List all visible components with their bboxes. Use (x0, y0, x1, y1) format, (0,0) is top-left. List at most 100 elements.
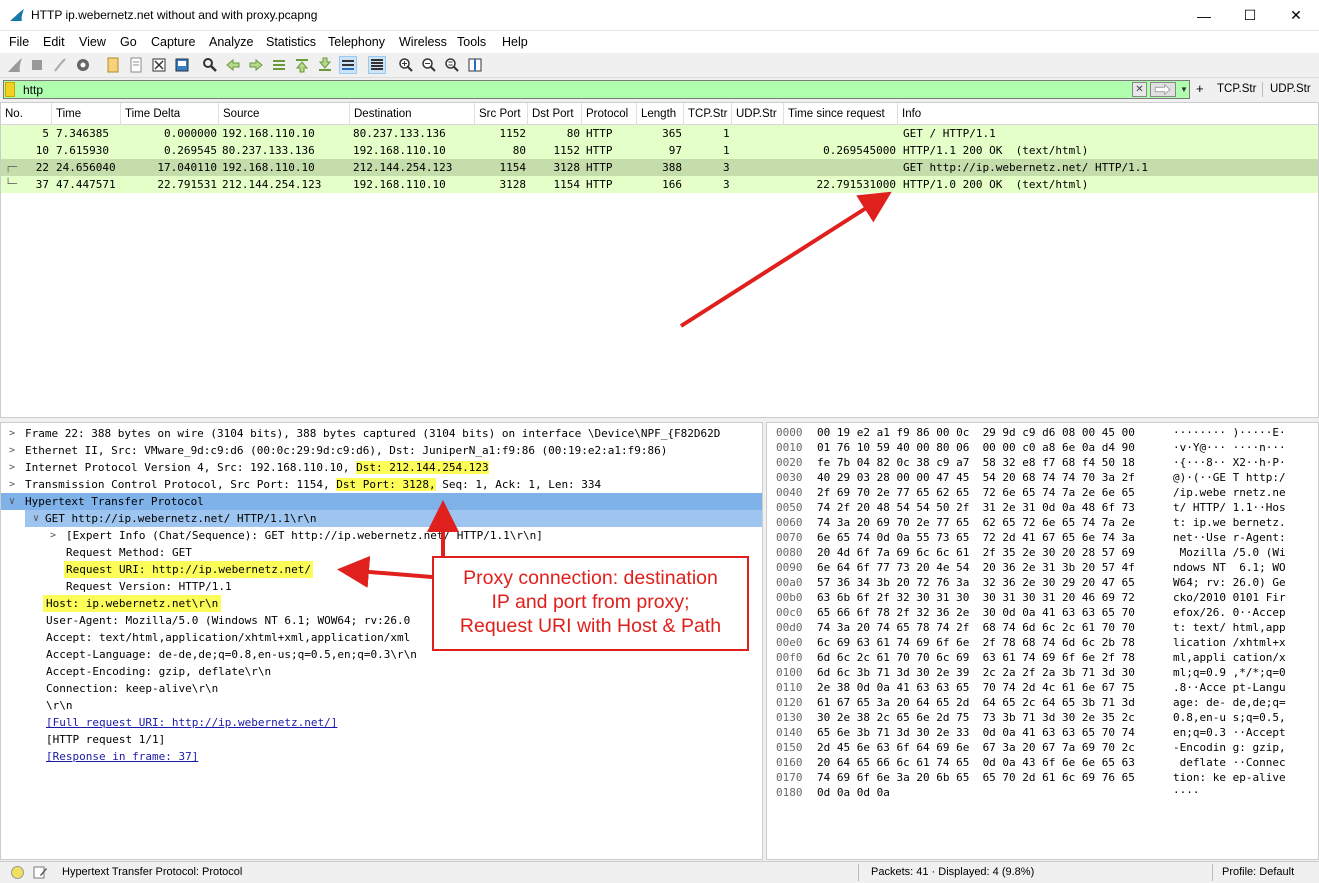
col-header-protocol[interactable]: Protocol (582, 103, 637, 125)
chevron-right-icon[interactable]: > (6, 425, 18, 442)
chevron-right-icon[interactable]: > (47, 527, 59, 544)
close-button[interactable]: ✕ (1273, 0, 1319, 31)
hex-bytes: 00 19 e2 a1 f9 86 00 0c 29 9d c9 d6 08 0… (817, 426, 1135, 439)
go-first-icon[interactable] (293, 56, 311, 74)
tree-item-connection[interactable]: Connection: keep-alive\r\n (1, 680, 762, 697)
highlight-request-uri: Request URI: http://ip.webernetz.net/ (64, 561, 314, 578)
find-packet-icon[interactable] (201, 56, 219, 74)
annotation-line: Request URI with Host & Path (459, 615, 722, 637)
chevron-down-icon[interactable]: ∨ (6, 493, 18, 510)
col-header-length[interactable]: Length (637, 103, 684, 125)
zoom-out-icon[interactable] (420, 56, 438, 74)
col-header-time-since-request[interactable]: Time since request (784, 103, 898, 125)
resize-columns-icon[interactable] (466, 56, 484, 74)
packet-row[interactable]: 5 7.346385 0.000000 192.168.110.10 80.23… (1, 125, 1318, 142)
reload-file-icon[interactable] (173, 56, 191, 74)
tree-item-expert-info[interactable]: > [Expert Info (Chat/Sequence): GET http… (1, 527, 762, 544)
chevron-down-icon[interactable]: ▼ (1179, 82, 1189, 97)
close-file-icon[interactable] (150, 56, 168, 74)
chevron-right-icon[interactable]: > (6, 459, 18, 476)
menu-statistics[interactable]: Statistics (266, 35, 316, 49)
ascii-bytes: Mozilla /5.0 (Wi (1173, 546, 1286, 559)
clear-filter-icon[interactable]: ✕ (1132, 82, 1147, 97)
restart-capture-icon[interactable] (51, 56, 69, 74)
tree-item-get-request[interactable]: ∨ GET http://ip.webernetz.net/ HTTP/1.1\… (25, 510, 762, 527)
chevron-right-icon[interactable]: > (6, 476, 18, 493)
apply-filter-icon[interactable] (1150, 82, 1176, 97)
col-header-destination[interactable]: Destination (350, 103, 475, 125)
autoscroll-icon[interactable] (339, 56, 357, 74)
ascii-bytes: t: ip.we bernetz. (1173, 516, 1286, 529)
capture-comment-icon[interactable] (33, 865, 48, 880)
menu-edit[interactable]: Edit (43, 35, 65, 49)
col-header-dst-port[interactable]: Dst Port (528, 103, 582, 125)
filter-button-udp-stream[interactable]: UDP.Str (1270, 83, 1311, 95)
maximize-button[interactable]: ☐ (1227, 0, 1273, 31)
tree-item-label: \r\n (46, 699, 73, 712)
menu-analyze[interactable]: Analyze (209, 35, 253, 49)
col-header-time[interactable]: Time (52, 103, 121, 125)
packet-list[interactable]: No. Time Time Delta Source Destination S… (0, 102, 1319, 418)
stop-capture-icon[interactable] (28, 56, 46, 74)
normal-size-icon[interactable] (443, 56, 461, 74)
capture-options-icon[interactable] (74, 56, 92, 74)
cell-src-port: 1152 (499, 127, 527, 140)
display-filter-input[interactable]: http ✕ ▼ (3, 80, 1190, 99)
cell-source: 80.237.133.136 (222, 144, 315, 157)
full-request-uri-link[interactable]: [Full request URI: http://ip.webernetz.n… (46, 714, 337, 731)
menu-tools[interactable]: Tools (457, 35, 486, 49)
col-header-info[interactable]: Info (898, 103, 1318, 125)
tree-item-tcp[interactable]: > Transmission Control Protocol, Src Por… (1, 476, 762, 493)
cell-length: 388 (662, 161, 682, 174)
open-file-icon[interactable] (104, 56, 122, 74)
profile-indicator[interactable]: Profile: Default (1222, 866, 1294, 878)
packet-row-selected[interactable]: ┌─ 22 24.656040 17.040110 192.168.110.10… (1, 159, 1318, 176)
tree-item-crlf[interactable]: \r\n (1, 697, 762, 714)
col-header-source[interactable]: Source (219, 103, 350, 125)
menu-telephony[interactable]: Telephony (328, 35, 385, 49)
menu-capture[interactable]: Capture (151, 35, 195, 49)
col-header-udp-str[interactable]: UDP.Str (732, 103, 784, 125)
col-header-no[interactable]: No. (1, 103, 52, 125)
hex-offset: 0150 (776, 741, 803, 754)
menu-file[interactable]: File (9, 35, 29, 49)
cell-no: 5 (42, 127, 49, 140)
menu-go[interactable]: Go (120, 35, 137, 49)
go-back-icon[interactable] (224, 56, 242, 74)
chevron-down-icon[interactable]: ∨ (30, 510, 42, 527)
go-to-packet-icon[interactable] (270, 56, 288, 74)
col-header-src-port[interactable]: Src Port (475, 103, 528, 125)
expert-info-led-icon[interactable] (11, 866, 24, 879)
tree-item-ip[interactable]: > Internet Protocol Version 4, Src: 192.… (1, 459, 762, 476)
shark-fin-start-icon[interactable] (6, 56, 24, 74)
bookmark-icon[interactable] (5, 82, 15, 97)
packet-row[interactable]: └─ 37 47.447571 22.791531 212.144.254.12… (1, 176, 1318, 193)
go-last-icon[interactable] (316, 56, 334, 74)
add-filter-button[interactable]: + (1196, 81, 1204, 96)
tree-item-accept-encoding[interactable]: Accept-Encoding: gzip, deflate\r\n (1, 663, 762, 680)
colorize-icon[interactable] (368, 56, 386, 74)
filter-text[interactable]: http (23, 83, 43, 97)
packet-bytes-pane[interactable]: 0000 00 19 e2 a1 f9 86 00 0c 29 9d c9 d6 … (766, 422, 1319, 860)
go-forward-icon[interactable] (247, 56, 265, 74)
hex-offset: 00c0 (776, 606, 803, 619)
zoom-in-icon[interactable] (397, 56, 415, 74)
tree-item-response-in[interactable]: [Response in frame: 37] (1, 748, 762, 765)
chevron-right-icon[interactable]: > (6, 442, 18, 459)
menu-view[interactable]: View (79, 35, 106, 49)
filter-button-tcp-stream[interactable]: TCP.Str (1217, 83, 1256, 95)
col-header-time-delta[interactable]: Time Delta (121, 103, 219, 125)
packet-row[interactable]: 10 7.615930 0.269545 80.237.133.136 192.… (1, 142, 1318, 159)
menu-wireless[interactable]: Wireless (399, 35, 447, 49)
tree-item-http[interactable]: ∨ Hypertext Transfer Protocol (1, 493, 762, 510)
menu-help[interactable]: Help (502, 35, 528, 49)
col-header-tcp-str[interactable]: TCP.Str (684, 103, 732, 125)
response-in-frame-link[interactable]: [Response in frame: 37] (46, 748, 198, 765)
save-file-icon[interactable] (127, 56, 145, 74)
ascii-bytes: @)·(··GE T http:/ (1173, 471, 1286, 484)
tree-item-frame[interactable]: > Frame 22: 388 bytes on wire (3104 bits… (1, 425, 762, 442)
tree-item-http-request[interactable]: [HTTP request 1/1] (1, 731, 762, 748)
tree-item-full-uri[interactable]: [Full request URI: http://ip.webernetz.n… (1, 714, 762, 731)
tree-item-ethernet[interactable]: > Ethernet II, Src: VMware_9d:c9:d6 (00:… (1, 442, 762, 459)
minimize-button[interactable]: — (1181, 0, 1227, 31)
